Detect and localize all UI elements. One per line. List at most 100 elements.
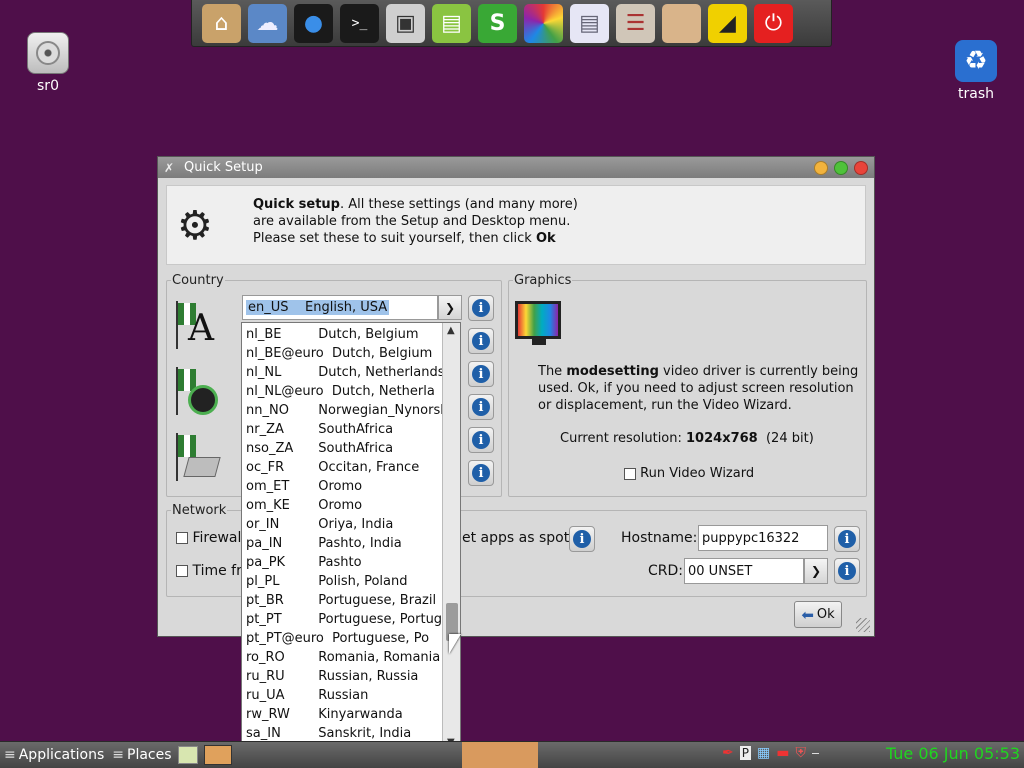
firewall-checkbox[interactable] [176,532,188,544]
resize-grip-icon[interactable] [856,618,870,632]
minimize-button[interactable] [814,160,828,175]
color-wheel-icon[interactable] [524,3,563,43]
hostname-value: puppypc16322 [702,530,800,546]
locale-option[interactable]: pt_PT Portuguese, Portuga [242,610,442,629]
applications-menu[interactable]: ≡ Applications [0,742,108,768]
terminal-icon[interactable]: >_ [340,3,379,43]
drive-icon[interactable]: ▬ [776,745,789,761]
tools-icon: ✗ [164,160,175,175]
home-folder-icon[interactable]: ⌂ [202,3,241,43]
locale-dropdown-list[interactable]: nl_BE Dutch, Belgium nl_BE@euro Dutch, Be… [241,322,461,767]
crd-info-button[interactable]: i [834,558,860,584]
locale-option[interactable]: nl_NL Dutch, Netherlands [242,363,442,382]
locale-option[interactable]: ru_RU Russian, Russia [242,667,442,686]
graphics-text-prefix: The [538,364,567,379]
desktop-trash[interactable]: ♻ trash [950,40,1002,102]
locale-option[interactable]: ru_UA Russian [242,686,442,705]
chat-icon[interactable]: ● [294,3,333,43]
locale-option[interactable]: nl_BE Dutch, Belgium [242,325,442,344]
locale-option[interactable]: pa_PK Pashto [242,553,442,572]
taskbar-clock[interactable]: Tue 06 Jun 05:53 [886,744,1020,763]
locale-option[interactable]: om_ET Oromo [242,477,442,496]
info-button-2[interactable]: i [468,328,494,354]
time-option[interactable]: Time fro [176,563,250,579]
places-menu[interactable]: ≡ Places [108,742,175,768]
spreadsheet-icon[interactable]: S [478,3,517,43]
locale-option[interactable]: nl_BE@euro Dutch, Belgium [242,344,442,363]
scroll-up-icon[interactable]: ▲ [447,325,455,336]
hostname-input[interactable]: puppypc16322 [698,525,828,551]
locale-option[interactable]: or_IN Oriya, India [242,515,442,534]
volume-icon[interactable]: ⎯ [812,745,819,761]
timezone-flag-icon [172,367,220,417]
locale-option[interactable]: rw_RW Kinyarwanda [242,705,442,724]
locale-option[interactable]: pl_PL Polish, Poland [242,572,442,591]
locale-option-code: nl_NL [246,365,282,380]
time-checkbox[interactable] [176,565,188,577]
crd-dropdown-button[interactable]: ❯ [804,558,828,584]
mouse-cursor-icon [449,634,461,654]
window-task-button[interactable] [203,745,232,765]
locale-option[interactable]: pt_BR Portuguese, Brazil [242,591,442,610]
active-task-button[interactable] [462,742,538,768]
firewall-option[interactable]: Firewall [176,530,245,546]
locale-option[interactable]: pt_PT@euro Portuguese, Po [242,629,442,648]
close-button[interactable] [854,160,868,175]
show-desktop-icon[interactable] [177,746,198,764]
locale-option-name: Dutch, Netherlands [318,365,442,380]
document-icon[interactable]: ▤ [432,3,471,43]
locale-code: en_US [248,300,289,315]
locale-option-code: pt_BR [246,593,284,608]
locale-option[interactable]: pa_IN Pashto, India [242,534,442,553]
monitor-icon[interactable]: ▣ [386,3,425,43]
mixer-icon[interactable]: ☰ [616,3,655,43]
locale-option[interactable]: nr_ZA SouthAfrica [242,420,442,439]
folder-icon[interactable] [662,3,701,43]
run-video-wizard-checkbox[interactable] [624,467,636,480]
locale-dropdown-button[interactable]: ❯ [438,295,462,320]
locale-option[interactable]: nso_ZA SouthAfrica [242,439,442,458]
locale-option-code: pl_PL [246,574,280,589]
info-button-4[interactable]: i [468,394,494,420]
ruler-icon[interactable]: ◢ [708,3,747,43]
info-icon: i [838,562,856,580]
locale-option-name: Portuguese, Portuga [318,612,442,627]
locale-option-code: pt_PT@euro [246,631,324,646]
window-titlebar[interactable]: ✗ Quick Setup [158,157,874,178]
info-icon: i [472,398,490,416]
apps-spot-info-button[interactable]: i [569,526,595,552]
run-video-wizard-option[interactable]: Run Video Wizard [624,466,754,481]
package-icon[interactable]: P [739,746,751,760]
locale-option-name: Occitan, France [318,460,420,475]
text-file-icon[interactable]: ▤ [570,3,609,43]
power-icon[interactable]: ⏻ [754,3,793,43]
ok-button[interactable]: ⬅ Ok [794,601,842,628]
locale-option[interactable]: ro_RO Romania, Romania [242,648,442,667]
maximize-button[interactable] [834,160,848,175]
info-button-3[interactable]: i [468,361,494,387]
locale-option-code: pa_IN [246,536,283,551]
desktop-sr0[interactable]: sr0 [22,32,74,94]
info-icon: i [472,464,490,482]
crd-select[interactable]: 00 UNSET [684,558,804,584]
network-icon[interactable]: ▦ [757,745,770,761]
header-line3: Please set these to suit yourself, then … [253,231,536,246]
trash-label: trash [958,86,994,102]
locale-option[interactable]: nl_NL@euro Dutch, Netherla [242,382,442,401]
dropdown-vertical-scrollbar[interactable]: ▲ ▼ [442,323,460,750]
shield-icon[interactable]: ⛨ [795,745,806,761]
info-button-5[interactable]: i [468,427,494,453]
locale-select[interactable]: en_US English, USA [242,295,438,320]
hostname-info-button[interactable]: i [834,526,860,552]
locale-option-name: SouthAfrica [318,422,394,437]
pen-icon[interactable]: ✒ [722,745,734,761]
cloud-icon[interactable]: ☁ [248,3,287,43]
locale-option[interactable]: om_KE Oromo [242,496,442,515]
graphics-description: The modesetting video driver is currentl… [538,363,868,414]
locale-option[interactable]: nn_NO Norwegian_Nynorsk [242,401,442,420]
graphics-legend: Graphics [514,273,572,288]
info-button-6[interactable]: i [468,460,494,486]
locale-option[interactable]: oc_FR Occitan, France [242,458,442,477]
resolution-label: Current resolution: [560,431,687,446]
locale-info-button[interactable]: i [468,295,494,321]
